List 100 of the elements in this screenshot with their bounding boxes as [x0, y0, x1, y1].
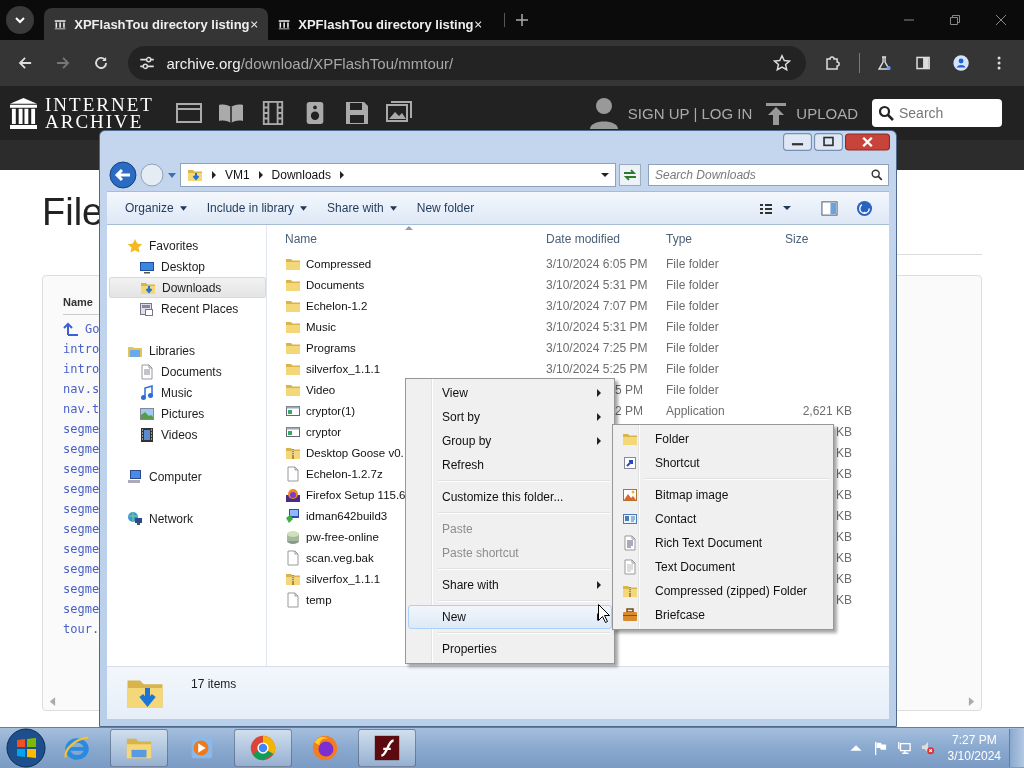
nav-pane-item[interactable]: Videos — [109, 424, 266, 445]
chevron-icon[interactable] — [210, 171, 217, 179]
breadcrumb[interactable]: Downloads — [271, 168, 331, 182]
file-link[interactable]: segme — [63, 442, 100, 456]
file-link[interactable]: intro — [63, 342, 100, 356]
chevron-icon[interactable] — [257, 171, 264, 179]
menu-item[interactable]: Bitmap image — [615, 483, 831, 507]
file-link[interactable]: segme — [63, 422, 100, 436]
browser-tab[interactable]: XPFlashTou directory listing — [44, 8, 268, 40]
nav-pane-item[interactable]: Music — [109, 382, 266, 403]
taskbar-button[interactable] — [358, 729, 416, 767]
file-name[interactable]: pw-free-online — [306, 530, 379, 543]
browser-window-icon[interactable] — [175, 101, 202, 125]
file-link[interactable]: segme — [63, 502, 100, 516]
menu-item[interactable]: Refresh — [408, 453, 612, 477]
new-tab-icon[interactable] — [504, 13, 529, 27]
file-link[interactable]: nav.s — [63, 382, 100, 396]
nav-pane-item[interactable]: Favorites — [107, 235, 266, 256]
file-link[interactable]: segme — [63, 482, 100, 496]
file-name[interactable]: cryptor(1) — [306, 404, 356, 417]
file-link[interactable]: segme — [63, 562, 100, 576]
breadcrumb[interactable]: VM1 — [224, 168, 250, 182]
browser-tab[interactable]: XPFlashTou directory listing — [268, 8, 492, 40]
sign-up-log-in-link[interactable]: SIGN UP | LOG IN — [627, 104, 753, 122]
file-name[interactable]: Music — [306, 320, 337, 333]
file-name[interactable]: Documents — [306, 278, 365, 291]
file-name[interactable]: silverfox_1.1.1 — [306, 362, 381, 375]
start-button[interactable] — [6, 728, 46, 768]
file-name[interactable]: Desktop Goose v0. — [306, 446, 404, 459]
menu-item[interactable]: Sort by — [408, 405, 612, 429]
file-name[interactable]: Programs — [306, 341, 356, 354]
column-header[interactable]: Name — [267, 232, 546, 246]
file-name[interactable]: Echelon-1.2 — [306, 299, 368, 312]
nav-pane-item[interactable]: Documents — [109, 361, 266, 382]
minimize-button[interactable] — [783, 133, 812, 151]
file-name[interactable]: temp — [306, 593, 332, 606]
image-icon[interactable] — [385, 101, 412, 125]
file-name[interactable]: cryptor — [306, 425, 342, 438]
column-header[interactable]: Size — [785, 232, 852, 246]
toolbar-button[interactable]: Share with — [317, 197, 407, 219]
temple-logo-icon[interactable] — [10, 97, 37, 129]
close-icon[interactable] — [995, 14, 1007, 26]
preview-pane-icon[interactable] — [821, 199, 838, 217]
toolbar-button[interactable]: New folder — [406, 197, 485, 219]
up-arrow-icon[interactable] — [63, 321, 79, 337]
menu-item[interactable]: Text Document — [615, 555, 831, 579]
site-logo-text[interactable]: INTERNET ARCHIVE — [45, 96, 154, 130]
address-bar[interactable]: archive.org/download/XPFlashTou/mmtour/ — [128, 46, 807, 80]
file-link[interactable]: segme — [63, 542, 100, 556]
refresh-button[interactable] — [619, 164, 641, 186]
upload-icon[interactable] — [766, 101, 787, 125]
close-icon[interactable] — [249, 18, 258, 30]
menu-item[interactable]: Properties — [408, 637, 612, 661]
toolbar-button[interactable]: Include in library — [196, 197, 318, 219]
menu-item[interactable]: Shortcut — [615, 451, 831, 475]
file-name[interactable]: Video — [306, 383, 336, 396]
nav-pane-item[interactable]: Libraries — [107, 340, 266, 361]
speaker-muted-icon[interactable] — [920, 741, 935, 755]
file-name[interactable]: scan.veg.bak — [306, 551, 374, 564]
file-link[interactable]: segme — [63, 462, 100, 476]
file-link[interactable]: segme — [63, 582, 100, 596]
file-name[interactable]: idman642build3 — [306, 509, 388, 522]
menu-item[interactable]: Briefcase — [615, 603, 831, 627]
nav-pane-item[interactable]: Network — [107, 508, 266, 529]
file-name[interactable]: Firefox Setup 115.6 — [306, 488, 406, 501]
network-icon[interactable] — [896, 741, 911, 755]
upload-link[interactable]: UPLOAD — [796, 104, 858, 122]
chevron-icon[interactable] — [338, 171, 345, 179]
search-field[interactable]: Search Downloads — [648, 164, 889, 186]
menu-item[interactable]: Rich Text Document — [615, 531, 831, 555]
menu-item[interactable]: Contact — [615, 507, 831, 531]
back-button[interactable] — [109, 161, 137, 189]
dropdown-icon[interactable] — [601, 172, 610, 178]
nav-pane-item[interactable]: Computer — [107, 466, 266, 487]
file-link[interactable]: nav.t — [63, 402, 100, 416]
menu-item[interactable]: Compressed (zipped) Folder — [615, 579, 831, 603]
column-header[interactable]: Type — [666, 232, 785, 246]
file-link[interactable]: tour. — [63, 622, 100, 636]
file-name[interactable]: Compressed — [306, 257, 372, 270]
nav-pane-item[interactable]: Desktop — [109, 256, 266, 277]
menu-item[interactable]: Customize this folder... — [408, 485, 612, 509]
help-icon[interactable] — [856, 199, 873, 217]
file-link[interactable]: intro — [63, 362, 100, 376]
file-name[interactable]: silverfox_1.1.1 — [306, 572, 381, 585]
close-icon[interactable] — [473, 18, 482, 30]
column-header[interactable]: Date modified — [546, 232, 643, 246]
maximize-button[interactable] — [814, 133, 843, 151]
tab-search-button[interactable] — [6, 6, 34, 34]
close-button[interactable] — [845, 133, 890, 151]
flag-icon[interactable] — [872, 741, 887, 755]
search-field[interactable]: Search — [872, 99, 1002, 127]
file-link[interactable]: segme — [63, 522, 100, 536]
address-bar[interactable]: VM1 Downloads — [179, 163, 617, 187]
nav-pane-item[interactable]: Downloads — [109, 277, 266, 298]
restore-icon[interactable] — [949, 14, 961, 26]
file-name[interactable]: Echelon-1.2.7z — [306, 467, 383, 480]
toolbar-button[interactable]: Organize — [115, 197, 197, 219]
user-icon[interactable] — [589, 97, 618, 129]
nav-pane-item[interactable]: Pictures — [109, 403, 266, 424]
menu-item[interactable]: Group by — [408, 429, 612, 453]
